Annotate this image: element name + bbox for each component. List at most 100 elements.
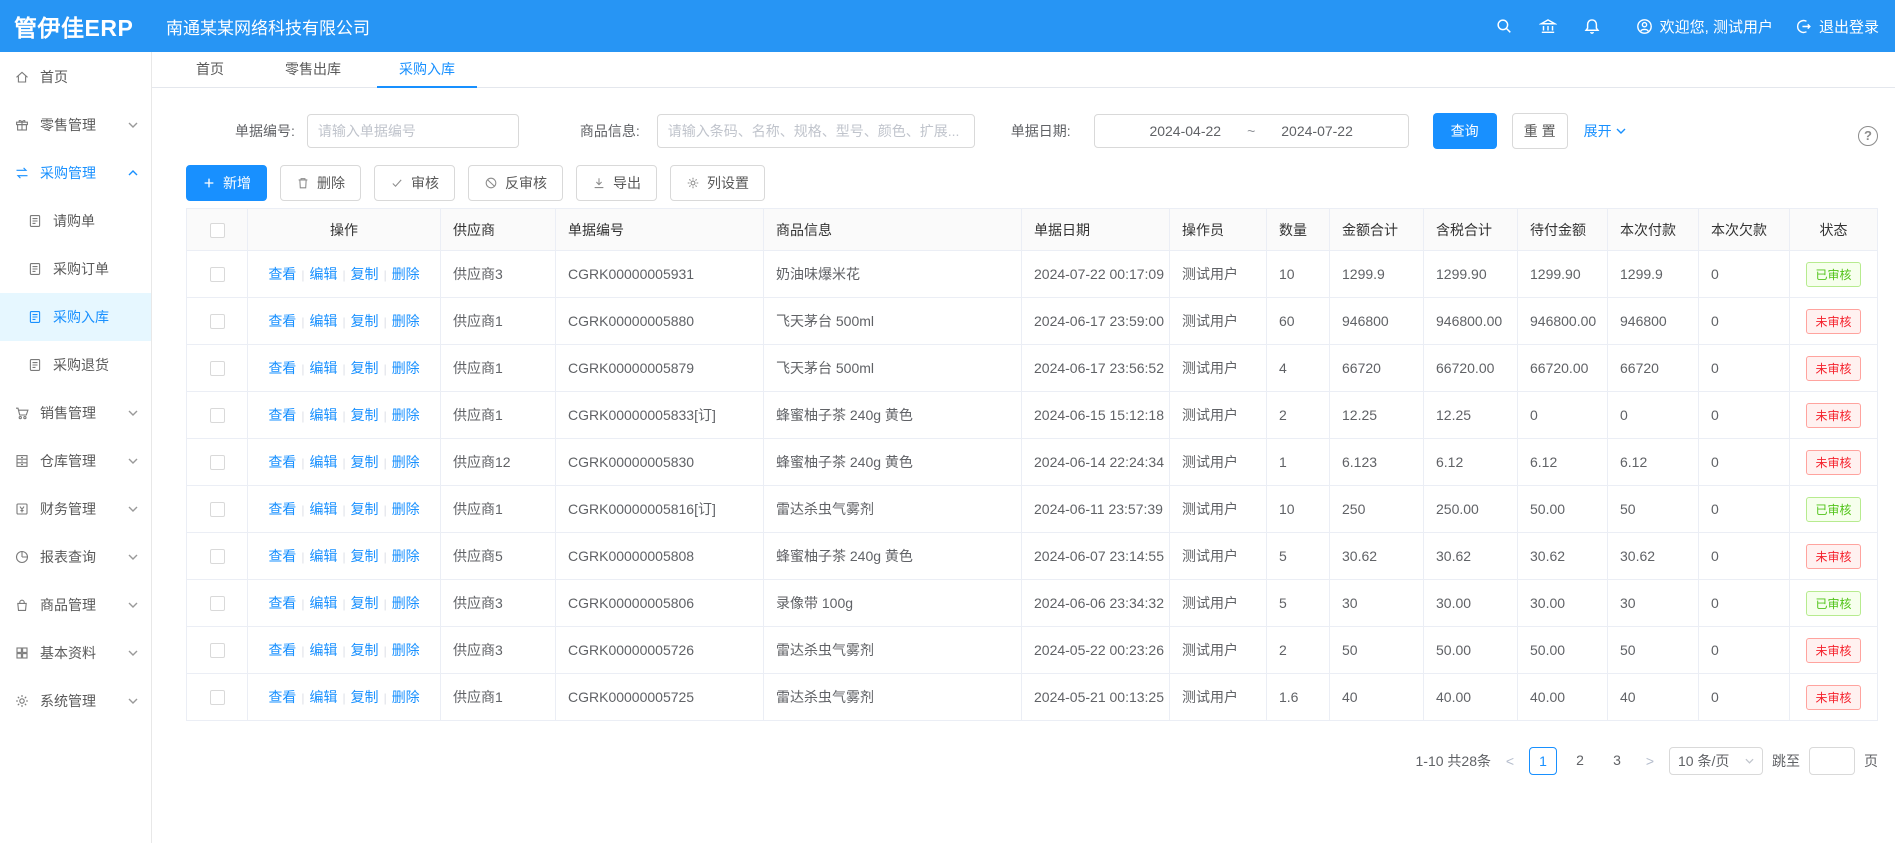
copy-link[interactable]: 复制 (351, 454, 379, 470)
edit-link[interactable]: 编辑 (309, 548, 337, 564)
help-icon[interactable]: ? (1858, 126, 1878, 146)
page-number-2[interactable]: 2 (1566, 747, 1594, 775)
reset-button[interactable]: 重 置 (1512, 113, 1568, 149)
row-checkbox[interactable] (210, 408, 225, 423)
copy-link[interactable]: 复制 (351, 407, 379, 423)
view-link[interactable]: 查看 (268, 266, 296, 282)
tax-total-cell: 946800.00 (1424, 298, 1518, 345)
sidebar-item-base-data[interactable]: 基本资料 (0, 629, 151, 677)
product-info-input[interactable] (657, 114, 975, 148)
row-checkbox[interactable] (210, 314, 225, 329)
prev-page-icon[interactable]: < (1500, 753, 1520, 769)
edit-link[interactable]: 编辑 (309, 642, 337, 658)
delete-link[interactable]: 删除 (392, 313, 420, 329)
export-button[interactable]: 导出 (576, 165, 657, 201)
date-from-value[interactable]: 2024-04-22 (1149, 123, 1221, 139)
delete-link[interactable]: 删除 (392, 595, 420, 611)
view-link[interactable]: 查看 (268, 407, 296, 423)
bell-icon[interactable] (1570, 17, 1614, 35)
copy-link[interactable]: 复制 (351, 595, 379, 611)
table-header-row: 操作 供应商 单据编号 商品信息 单据日期 操作员 数量 金额合计 含税合计 待… (187, 209, 1878, 251)
edit-link[interactable]: 编辑 (309, 501, 337, 517)
copy-link[interactable]: 复制 (351, 689, 379, 705)
date-range-picker[interactable]: 2024-04-22 ~ 2024-07-22 (1094, 114, 1409, 148)
row-checkbox[interactable] (210, 267, 225, 282)
row-checkbox[interactable] (210, 549, 225, 564)
edit-link[interactable]: 编辑 (309, 313, 337, 329)
edit-link[interactable]: 编辑 (309, 689, 337, 705)
row-checkbox[interactable] (210, 690, 225, 705)
order-no-input[interactable] (307, 114, 519, 148)
add-button[interactable]: 新增 (186, 165, 267, 201)
logout-button[interactable]: 退出登录 (1795, 16, 1879, 37)
sidebar-item-purchase-request[interactable]: 请购单 (0, 197, 151, 245)
delete-link[interactable]: 删除 (392, 642, 420, 658)
delete-link[interactable]: 删除 (392, 407, 420, 423)
delete-link[interactable]: 删除 (392, 689, 420, 705)
row-checkbox[interactable] (210, 455, 225, 470)
copy-link[interactable]: 复制 (351, 266, 379, 282)
view-link[interactable]: 查看 (268, 689, 296, 705)
sidebar-item-purchase-inbound[interactable]: 采购入库 (0, 293, 151, 341)
date-to-value[interactable]: 2024-07-22 (1281, 123, 1353, 139)
delete-link[interactable]: 删除 (392, 501, 420, 517)
copy-link[interactable]: 复制 (351, 548, 379, 564)
audit-button[interactable]: 审核 (374, 165, 455, 201)
copy-link[interactable]: 复制 (351, 642, 379, 658)
edit-link[interactable]: 编辑 (309, 454, 337, 470)
view-link[interactable]: 查看 (268, 642, 296, 658)
edit-link[interactable]: 编辑 (309, 407, 337, 423)
view-link[interactable]: 查看 (268, 360, 296, 376)
sidebar-item-retail[interactable]: 零售管理 (0, 101, 151, 149)
view-link[interactable]: 查看 (268, 501, 296, 517)
unaudit-button[interactable]: 反审核 (468, 165, 563, 201)
sidebar-item-sales[interactable]: 销售管理 (0, 389, 151, 437)
sidebar-item-reports[interactable]: 报表查询 (0, 533, 151, 581)
view-link[interactable]: 查看 (268, 313, 296, 329)
row-checkbox[interactable] (210, 361, 225, 376)
edit-link[interactable]: 编辑 (309, 360, 337, 376)
delete-button[interactable]: 删除 (280, 165, 361, 201)
sidebar-item-purchase-order[interactable]: 采购订单 (0, 245, 151, 293)
view-link[interactable]: 查看 (268, 595, 296, 611)
page-number-1[interactable]: 1 (1529, 747, 1557, 775)
delete-link[interactable]: 删除 (392, 454, 420, 470)
edit-link[interactable]: 编辑 (309, 595, 337, 611)
row-checkbox[interactable] (210, 643, 225, 658)
tab-retail-outbound[interactable]: 零售出库 (263, 52, 363, 87)
tab-home[interactable]: 首页 (160, 52, 260, 87)
bank-icon[interactable] (1526, 17, 1570, 35)
column-settings-button[interactable]: 列设置 (670, 165, 765, 201)
copy-link[interactable]: 复制 (351, 313, 379, 329)
col-header-product: 商品信息 (764, 209, 1022, 251)
query-button[interactable]: 查询 (1433, 113, 1497, 149)
cart-icon (14, 405, 30, 421)
page-size-select[interactable]: 10 条/页 (1669, 747, 1763, 775)
delete-link[interactable]: 删除 (392, 266, 420, 282)
sidebar-item-purchase[interactable]: 采购管理 (0, 149, 151, 197)
search-icon[interactable] (1482, 17, 1526, 35)
row-checkbox[interactable] (210, 502, 225, 517)
sidebar-item-home[interactable]: 首页 (0, 53, 151, 101)
jump-page-input[interactable] (1809, 747, 1855, 775)
view-link[interactable]: 查看 (268, 454, 296, 470)
expand-link[interactable]: 展开 (1584, 121, 1626, 141)
sidebar: 首页 零售管理 采购管理 请购单 采购订单 采购入库 采购退货 (0, 52, 152, 843)
sidebar-item-finance[interactable]: 财务管理 (0, 485, 151, 533)
delete-link[interactable]: 删除 (392, 548, 420, 564)
edit-link[interactable]: 编辑 (309, 266, 337, 282)
copy-link[interactable]: 复制 (351, 360, 379, 376)
page-number-3[interactable]: 3 (1603, 747, 1631, 775)
tab-purchase-inbound[interactable]: 采购入库 (377, 52, 477, 87)
sidebar-item-warehouse[interactable]: 仓库管理 (0, 437, 151, 485)
user-menu[interactable]: 欢迎您, 测试用户 (1636, 16, 1773, 37)
next-page-icon[interactable]: > (1640, 753, 1660, 769)
delete-link[interactable]: 删除 (392, 360, 420, 376)
sidebar-item-system[interactable]: 系统管理 (0, 677, 151, 725)
sidebar-item-purchase-return[interactable]: 采购退货 (0, 341, 151, 389)
select-all-checkbox[interactable] (210, 223, 225, 238)
row-checkbox[interactable] (210, 596, 225, 611)
sidebar-item-products[interactable]: 商品管理 (0, 581, 151, 629)
view-link[interactable]: 查看 (268, 548, 296, 564)
copy-link[interactable]: 复制 (351, 501, 379, 517)
